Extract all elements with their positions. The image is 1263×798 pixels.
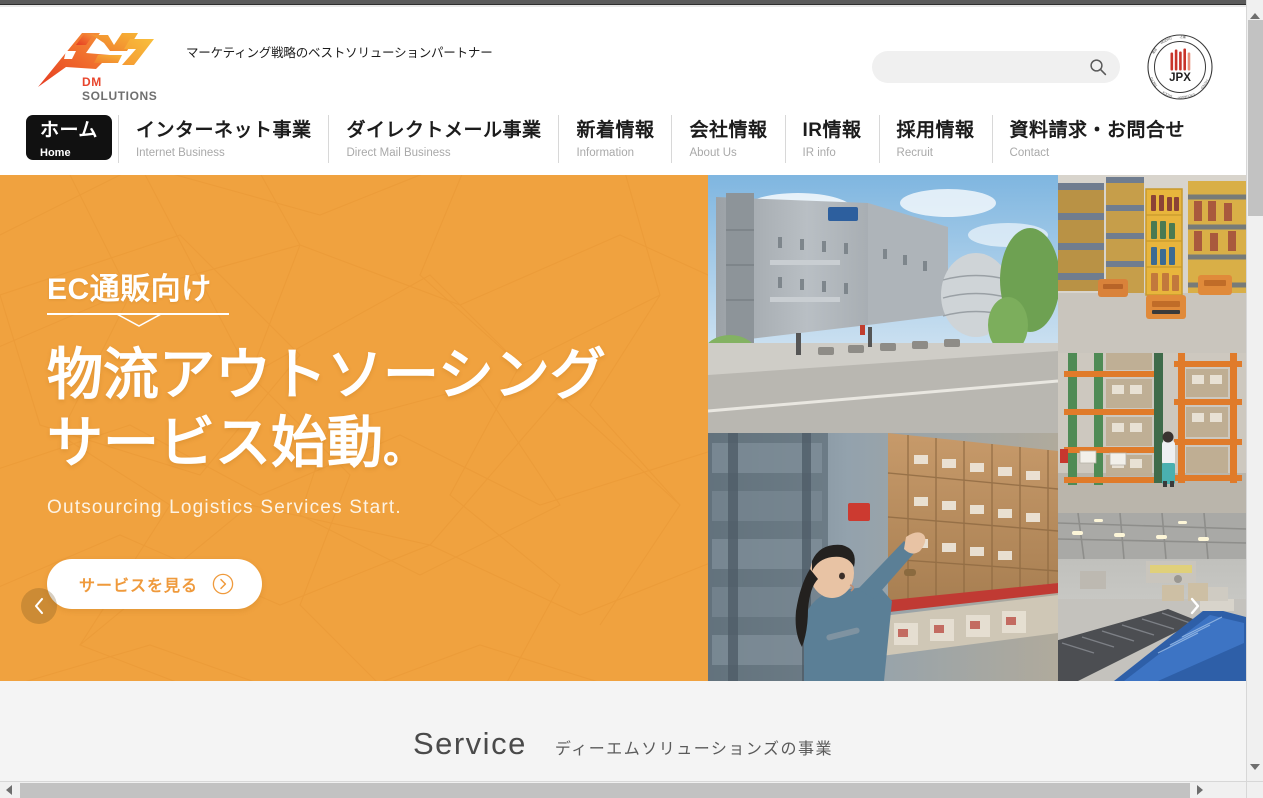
nav-item-information[interactable]: 新着情報 Information xyxy=(558,115,671,163)
dm-solutions-logo[interactable]: DMSOLUTIONS xyxy=(26,25,178,103)
nav-item-recruit[interactable]: 採用情報 Recruit xyxy=(878,115,992,163)
browser-viewport: DMSOLUTIONS マーケティング戦略のベストソリューションパートナー JP… xyxy=(0,0,1263,798)
hero-title-line2-wrap: サービス始動。 xyxy=(47,409,606,483)
site-header: DMSOLUTIONS マーケティング戦略のベストソリューションパートナー JP… xyxy=(0,7,1246,175)
nav-item-jp-label: 新着情報 xyxy=(576,120,655,141)
nav-item-jp-label: 採用情報 xyxy=(896,120,975,141)
nav-item-contact[interactable]: 資料請求・お問合せ Contact xyxy=(991,115,1203,163)
worker-picking-image xyxy=(708,433,1058,681)
nav-item-en-label: Recruit xyxy=(896,147,933,159)
hero-subtitle: Outsourcing Logistics Services Start. xyxy=(47,497,402,518)
vertical-scrollbar[interactable] xyxy=(1246,0,1263,798)
vertical-scroll-thumb[interactable] xyxy=(1248,20,1263,216)
hero-title-period: 。 xyxy=(383,427,423,471)
nav-item-en-label: IR info xyxy=(802,147,836,159)
nav-item-en-label: Information xyxy=(576,147,634,159)
search-icon xyxy=(1090,59,1107,76)
hero-photo-warehouse-building[interactable] xyxy=(708,175,1058,433)
conveyor-facility-image xyxy=(1058,513,1246,681)
scrollbar-corner xyxy=(1246,781,1263,798)
site-tagline: マーケティング戦略のベストソリューションパートナー xyxy=(186,46,493,60)
hero-photo-pallet-racking[interactable] xyxy=(1058,353,1246,513)
rule-chevron-icon xyxy=(115,313,163,327)
hero-copy-block: EC通販向け 物流アウトソーシング サービス始動。 Outsourcing Lo xyxy=(47,273,606,609)
search-input[interactable] xyxy=(886,51,1082,83)
nav-item-about-us[interactable]: 会社情報 About Us xyxy=(671,115,784,163)
hero-title: 物流アウトソーシング サービス始動。 xyxy=(47,341,606,483)
carousel-prev-button[interactable] xyxy=(21,588,57,624)
nav-item-en-label: Home xyxy=(40,147,71,159)
nav-item-jp-label: ダイレクトメール事業 xyxy=(346,120,542,141)
hero-title-line1: 物流アウトソーシング xyxy=(47,343,606,406)
nav-item-en-label: Internet Business xyxy=(135,147,225,159)
nav-item-jp-label: IR情報 xyxy=(802,120,862,141)
svg-text:上場: 上場 xyxy=(1179,34,1186,40)
nav-item-jp-label: 会社情報 xyxy=(689,120,768,141)
nav-item-home[interactable]: ホーム Home xyxy=(26,115,112,160)
jpx-seal-icon: JPX 東証 JASDAQ 上場 LISTED EXCHANGE STOCK T… xyxy=(1147,34,1213,100)
pallet-racking-image xyxy=(1058,353,1246,513)
scroll-left-button[interactable] xyxy=(0,782,17,798)
service-heading: Service ディーエムソリューションズの事業 xyxy=(0,726,1246,762)
nav-item-direct-mail-business[interactable]: ダイレクトメール事業 Direct Mail Business xyxy=(328,115,558,163)
scroll-down-button[interactable] xyxy=(1247,758,1263,775)
chevron-left-icon xyxy=(34,597,44,615)
nav-item-jp-label: ホーム xyxy=(40,120,98,141)
scroll-right-button[interactable] xyxy=(1191,782,1208,798)
service-section: Service ディーエムソリューションズの事業 xyxy=(0,681,1246,781)
svg-text:JPX: JPX xyxy=(1169,72,1191,84)
nav-item-jp-label: インターネット事業 xyxy=(135,120,312,141)
hero-eyebrow: EC通販向け xyxy=(47,273,212,306)
web-page-content: DMSOLUTIONS マーケティング戦略のベストソリューションパートナー JP… xyxy=(0,7,1246,781)
logo-text-solutions: SOLUTIONS xyxy=(82,89,158,103)
horizontal-scrollbar[interactable] xyxy=(0,781,1246,798)
nav-item-en-label: Contact xyxy=(1009,147,1050,159)
hero-photo-automated-shelving[interactable] xyxy=(1058,175,1246,353)
carousel-next-button[interactable] xyxy=(1177,588,1213,624)
service-heading-en: Service xyxy=(412,726,527,761)
view-service-label: サービスを見る xyxy=(79,578,199,595)
logo-text-dm: DM xyxy=(82,75,102,89)
horizontal-scroll-thumb[interactable] xyxy=(20,783,1190,798)
main-navigation: ホーム Home インターネット事業 Internet Business ダイレ… xyxy=(26,115,1202,163)
hero-photo-grid xyxy=(708,175,1246,681)
nav-item-en-label: About Us xyxy=(689,147,737,159)
hero-photo-conveyor-facility[interactable] xyxy=(1058,513,1246,681)
hero-carousel: EC通販向け 物流アウトソーシング サービス始動。 Outsourcing Lo xyxy=(0,175,1246,681)
nav-item-en-label: Direct Mail Business xyxy=(346,147,451,159)
hero-photo-worker-picking[interactable] xyxy=(708,433,1058,681)
search-box[interactable] xyxy=(872,51,1120,83)
nav-item-jp-label: 資料請求・お問合せ xyxy=(1009,120,1186,141)
warehouse-building-image xyxy=(708,175,1058,433)
search-button[interactable] xyxy=(1086,55,1110,79)
service-heading-jp: ディーエムソリューションズの事業 xyxy=(554,741,834,758)
jpx-listing-badge[interactable]: JPX 東証 JASDAQ 上場 LISTED EXCHANGE STOCK T… xyxy=(1146,33,1214,101)
nav-item-internet-business[interactable]: インターネット事業 Internet Business xyxy=(117,115,329,163)
chevron-right-circle-icon xyxy=(212,573,234,595)
automated-shelving-image xyxy=(1058,175,1246,353)
hero-eyebrow-rule xyxy=(47,313,229,327)
hero-title-line2: サービス始動 xyxy=(47,411,383,474)
hero-panel: EC通販向け 物流アウトソーシング サービス始動。 Outsourcing Lo xyxy=(0,175,708,681)
nav-item-ir-info[interactable]: IR情報 IR info xyxy=(784,115,879,163)
view-service-button[interactable]: サービスを見る xyxy=(47,559,263,609)
chevron-right-icon xyxy=(1190,597,1200,615)
